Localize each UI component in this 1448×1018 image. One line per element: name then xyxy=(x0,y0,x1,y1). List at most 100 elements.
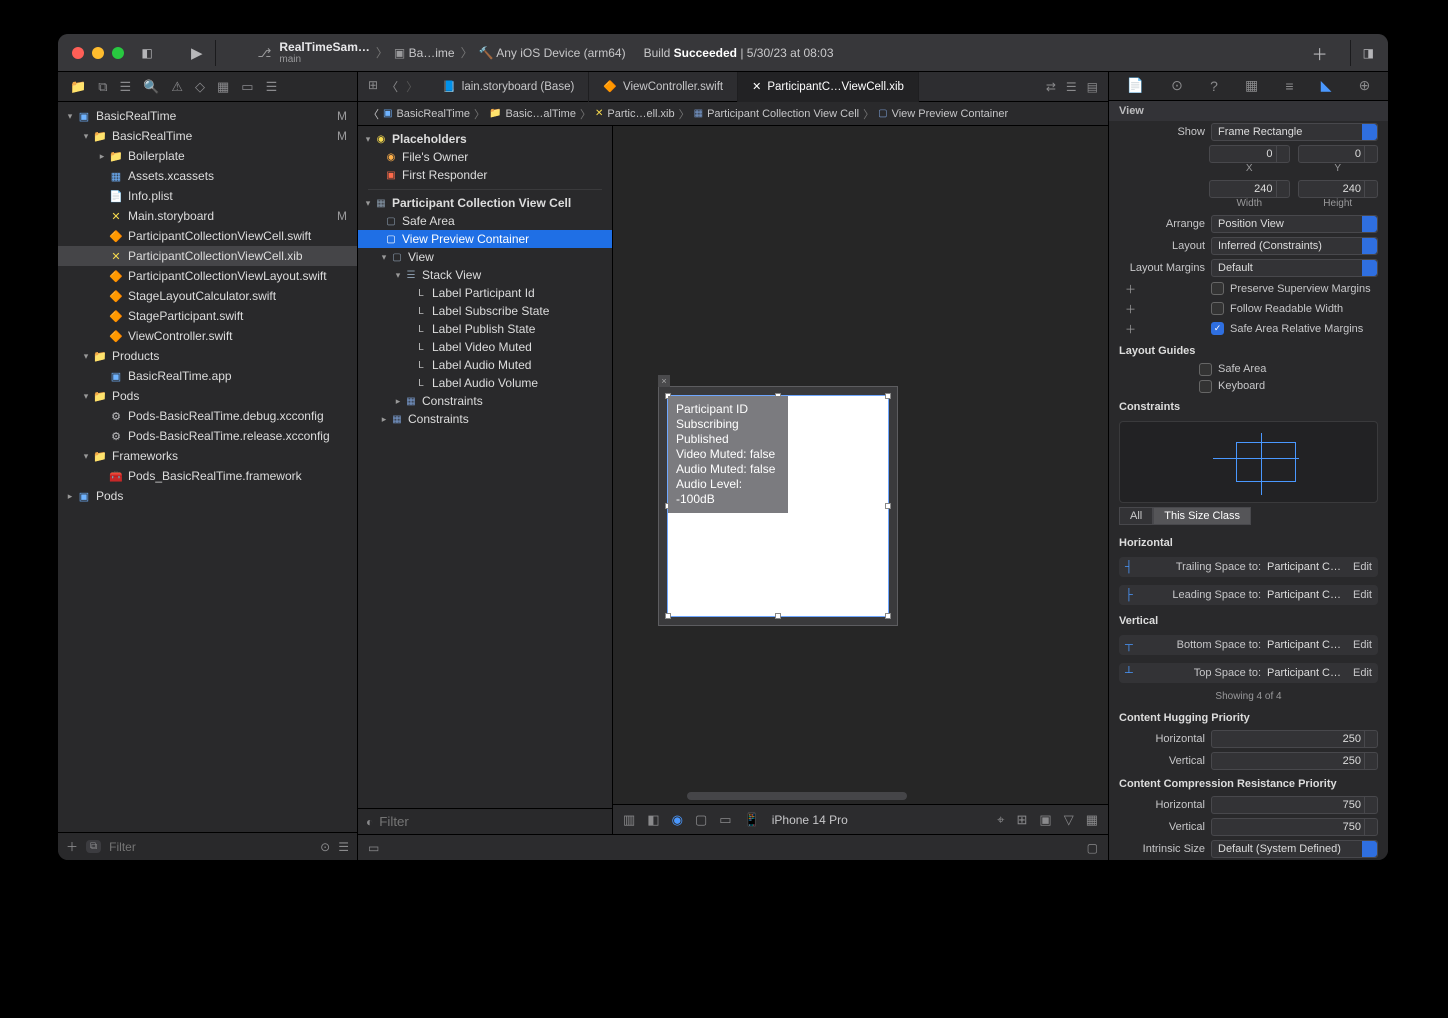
scheme-selector[interactable]: ⎇ RealTimeSam… main xyxy=(258,40,370,65)
horizontal-scrollbar[interactable] xyxy=(687,792,907,800)
debug-view-icon[interactable]: ▭ xyxy=(368,841,379,855)
help-inspector-icon[interactable]: ? xyxy=(1210,78,1218,94)
outline-toggle-icon[interactable]: ▥ xyxy=(623,812,635,828)
device-icon[interactable]: 📱 xyxy=(744,812,760,828)
add-button[interactable]: ＋ xyxy=(1312,41,1328,65)
arrange-dropdown[interactable]: Position View xyxy=(1211,215,1378,233)
file-row[interactable]: ▾📁Pods xyxy=(58,386,357,406)
edit-button[interactable]: Edit xyxy=(1353,589,1372,601)
file-row[interactable]: ⚙Pods-BasicRealTime.debug.xcconfig xyxy=(58,406,357,426)
outline-item[interactable]: LLabel Video Muted xyxy=(358,338,612,356)
outline-item[interactable]: LLabel Audio Muted xyxy=(358,356,612,374)
intrinsic-dropdown[interactable]: Default (System Defined) xyxy=(1211,840,1378,858)
orientation-icon[interactable]: ▭ xyxy=(719,812,731,828)
file-row[interactable]: ▾📁BasicRealTimeM xyxy=(58,126,357,146)
constraint-item[interactable]: ┴Top Space to:Participant Colle…Edit xyxy=(1119,663,1378,683)
x-field[interactable]: 0 xyxy=(1209,145,1290,163)
add-variant-button[interactable]: ＋ xyxy=(1125,321,1139,337)
edit-button[interactable]: Edit xyxy=(1353,667,1372,679)
preserve-checkbox[interactable] xyxy=(1211,282,1224,295)
y-field[interactable]: 0 xyxy=(1298,145,1379,163)
file-row[interactable]: ▣BasicRealTime.app xyxy=(58,366,357,386)
file-row[interactable]: ⚙Pods-BasicRealTime.release.xcconfig xyxy=(58,426,357,446)
connections-inspector-icon[interactable]: ⊕ xyxy=(1359,77,1371,94)
zoom-icon[interactable] xyxy=(112,47,124,59)
debug-navigator-icon[interactable]: ▦ xyxy=(217,79,229,95)
variants-icon[interactable]: ▢ xyxy=(695,812,707,828)
console-toggle-icon[interactable]: ▢ xyxy=(1087,841,1098,855)
find-navigator-icon[interactable]: 🔍 xyxy=(143,79,159,95)
adjust-icon[interactable]: ◧ xyxy=(647,812,659,828)
report-navigator-icon[interactable]: ☰ xyxy=(266,79,278,95)
run-button[interactable]: ▶ xyxy=(191,44,203,62)
file-row[interactable]: ▸▣Pods xyxy=(58,486,357,506)
file-row[interactable]: ✕ParticipantCollectionViewCell.xib xyxy=(58,246,357,266)
issue-navigator-icon[interactable]: ⚠ xyxy=(171,79,183,95)
hug-vertical-field[interactable]: 250 xyxy=(1211,752,1378,770)
swap-icon[interactable]: ⇄ xyxy=(1046,80,1056,94)
close-icon[interactable] xyxy=(72,47,84,59)
editor-tab[interactable]: 📘lain.storyboard (Base) xyxy=(428,72,589,102)
size-inspector-icon[interactable]: ◣ xyxy=(1321,77,1332,94)
file-row[interactable]: 📄Info.plist xyxy=(58,186,357,206)
view-preview-container[interactable]: Participant IDSubscribingPublished Video… xyxy=(667,395,889,617)
constraint-item[interactable]: ┬Bottom Space to:Participant Colle…Edit xyxy=(1119,635,1378,655)
minimize-icon[interactable] xyxy=(92,47,104,59)
file-row[interactable]: 🔶ParticipantCollectionViewLayout.swift xyxy=(58,266,357,286)
align-icon[interactable]: ⊞ xyxy=(1017,812,1028,828)
edit-button[interactable]: Edit xyxy=(1353,639,1372,651)
interface-builder-canvas[interactable]: × Participant IDSubscribingPublished Vid… xyxy=(613,126,1108,834)
zoom-icon[interactable]: ⌖ xyxy=(997,812,1004,828)
identity-inspector-icon[interactable]: ▦ xyxy=(1245,77,1258,94)
file-row[interactable]: ✕Main.storyboardM xyxy=(58,206,357,226)
safe-area-guide-checkbox[interactable] xyxy=(1199,363,1212,376)
file-row[interactable]: ▾📁Frameworks xyxy=(58,446,357,466)
outline-item[interactable]: LLabel Publish State xyxy=(358,320,612,338)
constraint-item[interactable]: ┤Trailing Space to:Participant Colle…Edi… xyxy=(1119,557,1378,577)
file-row[interactable]: 🔶ViewController.swift xyxy=(58,326,357,346)
height-field[interactable]: 240 xyxy=(1298,180,1379,198)
edit-button[interactable]: Edit xyxy=(1353,561,1372,573)
filter-scope-icon[interactable]: ⧉ xyxy=(86,840,101,853)
editor-tab[interactable]: 🔶ViewController.swift xyxy=(589,72,738,102)
jump-bar[interactable]: 〈 ▣BasicRealTime〉 📁Basic…alTime〉 ✕Partic… xyxy=(358,102,1108,126)
nav-forward-icon[interactable]: 〉 xyxy=(406,78,418,95)
add-variant-button[interactable]: ＋ xyxy=(1125,301,1139,317)
follow-checkbox[interactable] xyxy=(1211,302,1224,315)
file-row[interactable]: 🧰Pods_BasicRealTime.framework xyxy=(58,466,357,486)
editor-options-icon[interactable]: ☰ xyxy=(1066,80,1077,94)
project-tree[interactable]: ▾▣BasicRealTimeM ▾📁BasicRealTimeM▸📁Boile… xyxy=(58,102,357,832)
constraint-item[interactable]: ├Leading Space to:Participant Colle…Edit xyxy=(1119,585,1378,605)
size-class-segment[interactable]: AllThis Size Class xyxy=(1119,507,1378,525)
preview-icon[interactable]: ◉ xyxy=(672,812,683,828)
recents-icon[interactable]: ⊙ xyxy=(320,840,330,854)
device-selector[interactable]: iPhone 14 Pro xyxy=(772,813,848,827)
run-destination[interactable]: 🔨 Any iOS Device (arm64) xyxy=(479,46,626,60)
outline-item[interactable]: LLabel Participant Id xyxy=(358,284,612,302)
file-row[interactable]: 🔶ParticipantCollectionViewCell.swift xyxy=(58,226,357,246)
width-field[interactable]: 240 xyxy=(1209,180,1290,198)
keyboard-guide-checkbox[interactable] xyxy=(1199,380,1212,393)
comp-vertical-field[interactable]: 750 xyxy=(1211,818,1378,836)
document-outline[interactable]: ▾◉Placeholders ◉File's Owner ▣First Resp… xyxy=(358,126,613,834)
safearea-checkbox[interactable]: ✓ xyxy=(1211,322,1224,335)
history-inspector-icon[interactable]: ⊙ xyxy=(1171,77,1183,94)
file-row[interactable]: 🔶StageLayoutCalculator.swift xyxy=(58,286,357,306)
margins-dropdown[interactable]: Default xyxy=(1211,259,1378,277)
editor-tab[interactable]: ✕ParticipantC…ViewCell.xib xyxy=(738,72,919,102)
close-scene-icon[interactable]: × xyxy=(658,375,670,387)
add-icon[interactable]: ＋ xyxy=(66,838,78,855)
left-panel-toggle-icon[interactable]: ◧ xyxy=(138,44,156,62)
constraints-diagram[interactable] xyxy=(1119,421,1378,503)
show-dropdown[interactable]: Frame Rectangle xyxy=(1211,123,1378,141)
canvas-scene[interactable]: × Participant IDSubscribingPublished Vid… xyxy=(658,386,898,626)
symbol-navigator-icon[interactable]: ☰ xyxy=(119,79,131,95)
tabs-grid-icon[interactable]: ⊞ xyxy=(368,78,378,95)
nav-back-icon[interactable]: 〈 xyxy=(386,78,398,95)
outline-item[interactable]: LLabel Subscribe State xyxy=(358,302,612,320)
target[interactable]: ▣ Ba…ime xyxy=(394,46,455,60)
file-row[interactable]: ▦Assets.xcassets xyxy=(58,166,357,186)
add-editor-icon[interactable]: ▤ xyxy=(1087,80,1098,94)
source-control-icon[interactable]: ⧉ xyxy=(98,79,107,95)
filter-input[interactable] xyxy=(109,840,312,854)
